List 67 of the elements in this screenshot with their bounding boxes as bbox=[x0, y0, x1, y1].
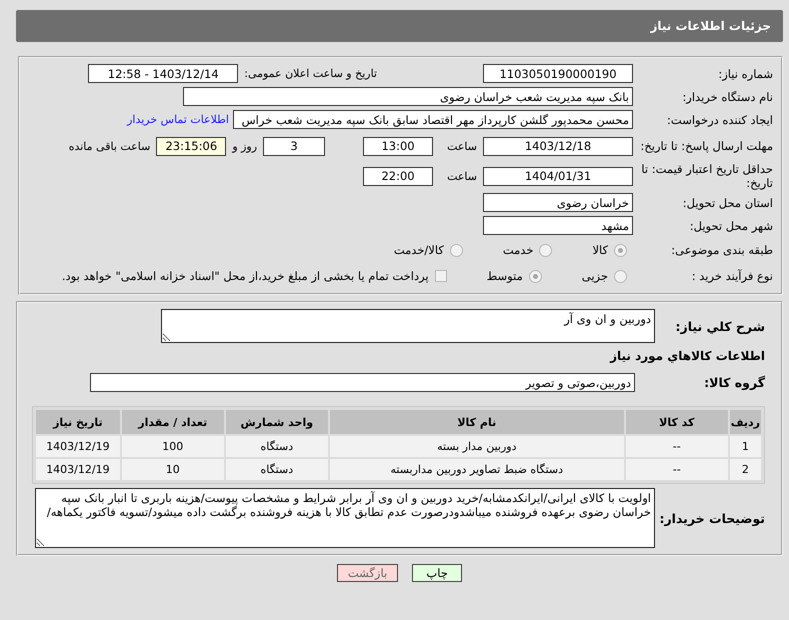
table-cell: دستگاه bbox=[226, 459, 328, 480]
text-field[interactable]: 22:00 bbox=[363, 166, 434, 186]
text-field[interactable]: 23:15:06 bbox=[156, 136, 226, 156]
field-label: گروه کالا: bbox=[703, 375, 766, 390]
table-cell: 2 bbox=[730, 459, 761, 480]
option-label: متوسط bbox=[486, 269, 523, 283]
field-label: مهلت ارسال پاسخ: تا تاریخ: bbox=[639, 139, 774, 153]
radio-button[interactable] bbox=[614, 244, 627, 256]
text-field[interactable]: 1403/12/14 - 12:58 bbox=[88, 64, 238, 83]
table-cell: -- bbox=[626, 436, 728, 457]
field-label: نام دستگاه خریدار: bbox=[681, 90, 774, 104]
back-button[interactable]: بازگشت bbox=[336, 564, 398, 582]
text-field[interactable]: 1103050190000190 bbox=[483, 64, 633, 83]
contact-link[interactable]: اطلاعات تماس خریدار bbox=[127, 113, 233, 126]
field-label: شهر محل تحویل: bbox=[688, 218, 774, 232]
table-cell: -- bbox=[626, 459, 728, 480]
table-cell: 1403/12/19 bbox=[36, 436, 120, 457]
option-label: خدمت bbox=[502, 243, 534, 257]
radio-button[interactable] bbox=[528, 270, 542, 282]
column-header: ردیف bbox=[730, 410, 761, 434]
table-cell: 1 bbox=[730, 436, 761, 457]
text-field[interactable]: مشهد bbox=[483, 216, 633, 235]
checkbox[interactable] bbox=[434, 270, 447, 282]
table-cell: دستگاه bbox=[226, 436, 328, 457]
description-field[interactable]: دوربین و ان وی آر bbox=[161, 309, 655, 343]
column-header: نام کالا bbox=[330, 410, 624, 434]
field-label: طبقه بندی موضوعی: bbox=[670, 243, 774, 257]
notes-field[interactable]: اولویت با کالای ایرانی/ایرانکدمشابه/خرید دوربین و ان وی آر برابر شرایط و مشخصات پیوست/هزینه باربری تا انبار بانک سپه خراسان رضوی برعهده فروشنده میباشدودرصورت عدم تطابق کالا با هزینه فروشنده برگشت داده میشود/تسویه فاکتور یکماهه/ bbox=[35, 488, 655, 548]
text-field[interactable]: دوربین،صوتی و تصویر bbox=[90, 373, 635, 392]
field-label: حداقل تاریخ اعتبار قیمت: تا تاریخ: bbox=[640, 162, 774, 190]
table-cell: 100 bbox=[122, 436, 224, 457]
page-title: جزئیات اطلاعات نیاز bbox=[650, 19, 771, 33]
field-label: شرح کلي نياز: bbox=[674, 318, 766, 334]
radio-button[interactable] bbox=[450, 244, 463, 256]
field-label: نوع فرآیند خرید : bbox=[690, 269, 774, 283]
text-field[interactable]: 13:00 bbox=[363, 136, 434, 156]
field-label: توضیحات خریدار: bbox=[658, 510, 766, 526]
table-cell: 1403/12/19 bbox=[36, 459, 120, 480]
field-label: استان محل تحویل: bbox=[682, 196, 774, 210]
field-label: روز و bbox=[230, 140, 258, 152]
text-field[interactable]: 1403/12/18 bbox=[483, 136, 633, 156]
column-header: واحد شمارش bbox=[226, 410, 328, 434]
text-field[interactable]: محسن محمدپور گلشن کارپرداز مهر اقتصاد سابق بانک سپه مدیریت شعب خراس bbox=[233, 110, 633, 129]
field-label: تاریخ و ساعت اعلان عمومی: bbox=[243, 67, 378, 80]
field-label: ساعت bbox=[446, 170, 478, 182]
text-field[interactable]: خراسان رضوی bbox=[483, 193, 633, 212]
column-header: کد کالا bbox=[626, 410, 728, 434]
checkbox-label: پرداخت تمام یا بخشی از مبلغ خرید،از محل "اسناد خزانه اسلامی" خواهد بود. bbox=[62, 269, 429, 283]
radio-button[interactable] bbox=[614, 270, 627, 282]
field-label: شماره نیاز: bbox=[717, 66, 774, 80]
table-cell: 10 bbox=[122, 459, 224, 480]
option-label: جزیی bbox=[582, 269, 608, 283]
print-button[interactable]: چاپ bbox=[412, 564, 462, 582]
table-cell: دوربین مدار بسته bbox=[330, 436, 624, 457]
column-header: تعداد / مقدار bbox=[122, 410, 224, 434]
option-label: کالا/خدمت bbox=[394, 243, 444, 257]
field-label: ایجاد کننده درخواست: bbox=[666, 112, 774, 126]
text-field[interactable]: 1404/01/31 bbox=[483, 166, 633, 186]
field-label: ساعت باقی مانده bbox=[68, 140, 152, 152]
section-title: اطلاعات کالاهاي مورد نياز bbox=[608, 348, 766, 365]
option-label: کالا bbox=[592, 243, 608, 257]
radio-button[interactable] bbox=[539, 244, 552, 256]
column-header: تاریخ نیاز bbox=[36, 410, 120, 434]
field-label: ساعت bbox=[446, 140, 478, 152]
text-field[interactable]: بانک سپه مدیریت شعب خراسان رضوی bbox=[183, 87, 633, 106]
text-field[interactable]: 3 bbox=[263, 136, 326, 156]
table-cell: دستگاه ضبط تصاویر دوربین مداربسته bbox=[330, 459, 624, 480]
